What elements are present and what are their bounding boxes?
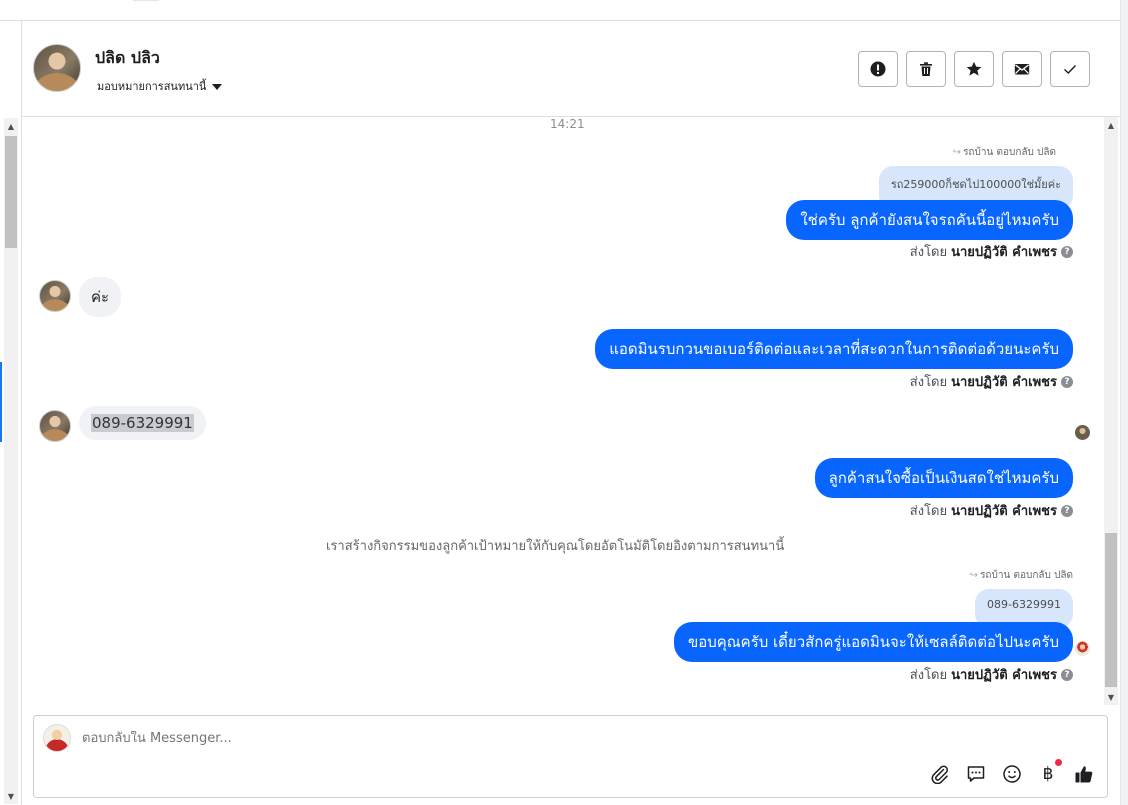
right-edge-panel bbox=[1120, 0, 1128, 805]
incoming-message[interactable]: 089-6329991 bbox=[79, 406, 206, 440]
baht-icon: ฿ bbox=[1042, 764, 1054, 784]
incoming-message[interactable]: ค่ะ bbox=[79, 277, 122, 317]
mark-done-button[interactable] bbox=[1050, 51, 1090, 87]
header-actions bbox=[858, 51, 1090, 87]
highlighted-phone-number[interactable]: 089-6329991 bbox=[91, 414, 194, 432]
reply-note: ↪ รถบ้าน ตอบกลับ ปลิด bbox=[970, 568, 1073, 583]
saved-replies-button[interactable] bbox=[965, 763, 987, 785]
sent-by-name: นายปฏิวัติ คำเพชร bbox=[951, 375, 1057, 390]
like-button[interactable] bbox=[1073, 763, 1095, 785]
sent-by-line: ส่งโดย นายปฏิวัติ คำเพชร ? bbox=[910, 500, 1073, 521]
top-toolbar-strip bbox=[0, 0, 1128, 21]
attach-file-button[interactable] bbox=[929, 763, 951, 785]
outgoing-message[interactable]: ลูกค้าสนใจซื้อเป็นเงินสดใช่ไหมครับ bbox=[814, 458, 1073, 498]
sent-by-prefix: ส่งโดย bbox=[909, 504, 948, 519]
sent-by-name: นายปฏิวัติ คำเพชร bbox=[951, 504, 1057, 519]
contact-avatar[interactable] bbox=[33, 44, 81, 92]
scrollbar-thumb[interactable] bbox=[5, 136, 17, 248]
scroll-up-arrow-icon[interactable]: ▲ bbox=[4, 118, 18, 134]
seen-indicator-avatar bbox=[1075, 425, 1090, 440]
messenger-inbox-page: ▲ ▼ ปลิด ปลิว มอบหมายการสนทนานี้ 14:21 ↪… bbox=[0, 0, 1128, 805]
sent-by-line: ส่งโดย นายปฏิวัติ คำเพชร ? bbox=[910, 371, 1073, 392]
sent-by-line: ส่งโดย นายปฏิวัติ คำเพชร ? bbox=[910, 664, 1073, 685]
sent-by-name: นายปฏิวัติ คำเพชร bbox=[951, 245, 1057, 260]
mark-spam-button[interactable] bbox=[858, 51, 898, 87]
payment-button[interactable]: ฿ bbox=[1037, 759, 1062, 785]
reply-input[interactable] bbox=[82, 731, 682, 746]
top-tab-nub bbox=[133, 0, 159, 1]
sent-by-name: นายปฏิวัติ คำเพชร bbox=[951, 668, 1057, 683]
sent-by-prefix: ส่งโดย bbox=[909, 668, 948, 683]
reply-note-text: รถบ้าน ตอบกลับ ปลิด bbox=[980, 570, 1073, 581]
envelope-icon bbox=[1014, 64, 1030, 75]
reply-note: ↪ รถบ้าน ตอบกลับ ปลิด bbox=[953, 145, 1056, 160]
paperclip-icon bbox=[931, 765, 948, 784]
star-icon bbox=[966, 61, 982, 76]
help-icon[interactable]: ? bbox=[1061, 504, 1073, 517]
page-avatar bbox=[43, 724, 71, 752]
thumbs-up-icon bbox=[1075, 766, 1093, 783]
outgoing-message[interactable]: ขอบคุณครับ เดี๋ยวสักครู่แอดมินจะให้เซลล์… bbox=[673, 622, 1073, 662]
assign-conversation-dropdown[interactable]: มอบหมายการสนทนานี้ bbox=[97, 77, 223, 95]
message-thread: 14:21 ↪ รถบ้าน ตอบกลับ ปลิด รถ259000ก็ชด… bbox=[22, 117, 1102, 705]
scroll-down-arrow-icon[interactable]: ▼ bbox=[4, 788, 18, 804]
conversation-list-scrollbar[interactable]: ▲ ▼ bbox=[4, 118, 18, 804]
message-composer: ฿ bbox=[33, 715, 1108, 798]
trash-icon bbox=[920, 62, 932, 76]
emoji-button[interactable] bbox=[1001, 763, 1023, 785]
caret-down-icon bbox=[212, 83, 223, 90]
mark-unread-button[interactable] bbox=[1002, 51, 1042, 87]
contact-avatar-small[interactable] bbox=[39, 280, 71, 312]
delete-button[interactable] bbox=[906, 51, 946, 87]
emoji-icon bbox=[1003, 765, 1021, 783]
scrollbar-thumb[interactable] bbox=[1105, 533, 1117, 687]
outgoing-message[interactable]: ใช่ครับ ลูกค้ายังสนใจรถคันนี้อยู่ไหมครับ bbox=[786, 200, 1073, 240]
check-icon bbox=[1064, 65, 1077, 74]
speech-bubble-icon bbox=[967, 766, 985, 782]
scroll-up-arrow-icon[interactable]: ▲ bbox=[1104, 117, 1118, 133]
sent-by-line: ส่งโดย นายปฏิวัติ คำเพชร ? bbox=[910, 241, 1073, 262]
reply-arrow-icon: ↪ bbox=[952, 147, 962, 158]
contact-name[interactable]: ปลิด ปลิว bbox=[95, 46, 160, 71]
system-note: เราสร้างกิจกรรมของลูกค้าเป้าหมายให้กับคุ… bbox=[326, 539, 785, 554]
active-conversation-marker bbox=[0, 362, 2, 442]
seen-indicator-avatar bbox=[1075, 641, 1090, 656]
composer-tools: ฿ bbox=[929, 759, 1095, 785]
help-icon[interactable]: ? bbox=[1061, 245, 1073, 258]
assign-label: มอบหมายการสนทนานี้ bbox=[97, 80, 207, 93]
notification-dot bbox=[1055, 759, 1062, 766]
alert-icon bbox=[870, 61, 886, 77]
conversation-header: ปลิด ปลิว มอบหมายการสนทนานี้ bbox=[22, 21, 1120, 117]
outgoing-message[interactable]: แอดมินรบกวนขอเบอร์ติดต่อและเวลาที่สะดวกใ… bbox=[595, 329, 1073, 369]
star-button[interactable] bbox=[954, 51, 994, 87]
help-icon[interactable]: ? bbox=[1061, 668, 1073, 681]
help-icon[interactable]: ? bbox=[1061, 375, 1073, 388]
contact-avatar-small[interactable] bbox=[39, 410, 71, 442]
thread-scrollbar[interactable]: ▲ ▼ bbox=[1104, 117, 1118, 705]
reply-arrow-icon: ↪ bbox=[969, 570, 979, 581]
sent-by-prefix: ส่งโดย bbox=[909, 245, 948, 260]
message-timestamp: 14:21 bbox=[550, 117, 585, 131]
reply-note-text: รถบ้าน ตอบกลับ ปลิด bbox=[963, 147, 1056, 158]
scroll-down-arrow-icon[interactable]: ▼ bbox=[1104, 689, 1118, 705]
sent-by-prefix: ส่งโดย bbox=[909, 375, 948, 390]
